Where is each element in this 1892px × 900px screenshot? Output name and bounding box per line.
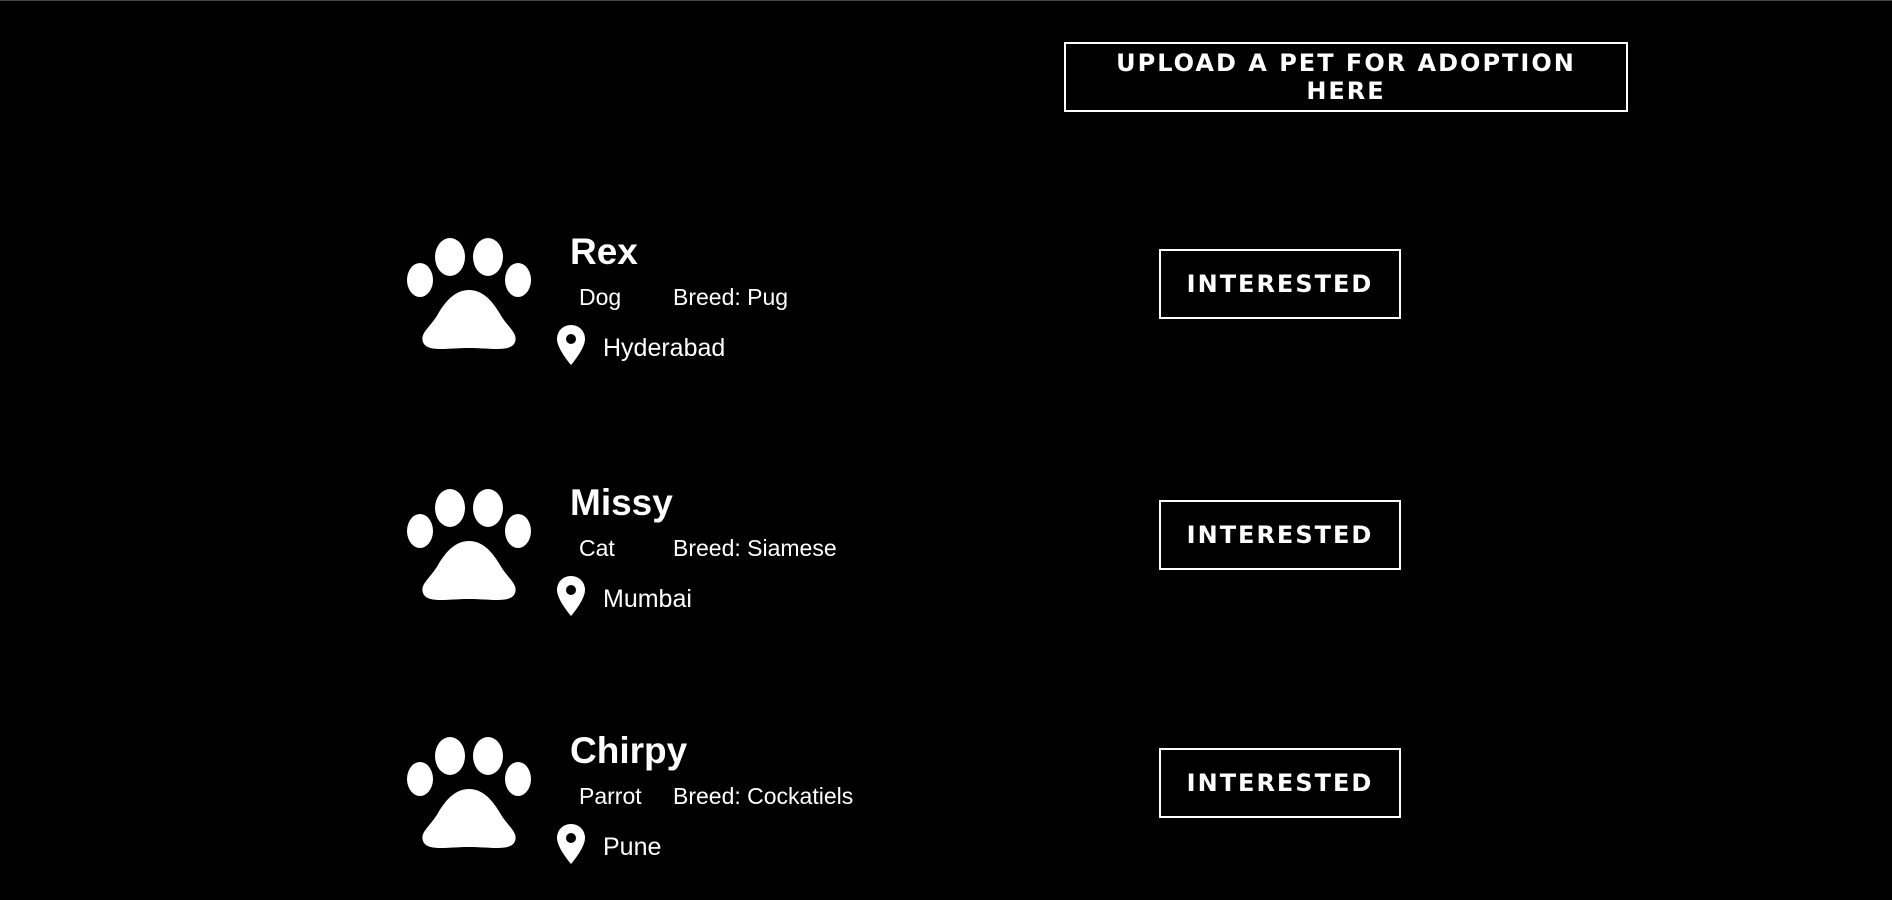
pet-location: Mumbai [603,585,692,613]
paw-icon [407,238,531,349]
pet-name: Rex [570,231,638,272]
pet-card: Missy Cat Breed: Siamese Mumbai INTEREST… [400,482,1401,659]
pet-name: Missy [570,482,673,523]
pet-card: Rex Dog Breed: Pug Hyderabad INTERESTED [400,231,1401,408]
paw-icon [407,737,531,848]
location-pin-icon [557,325,585,365]
interested-button[interactable]: INTERESTED [1159,500,1401,570]
pet-name: Chirpy [570,730,688,771]
location-pin-icon [557,824,585,864]
pet-breed: Breed: Siamese [673,535,837,561]
pet-breed: Breed: Cockatiels [673,783,854,809]
pet-type: Dog [579,284,622,310]
pet-breed: Breed: Pug [673,284,789,310]
pet-type: Cat [579,535,615,561]
upload-pet-button[interactable]: UPLOAD A PET FOR ADOPTION HERE [1064,42,1628,112]
pet-card: Chirpy Parrot Breed: Cockatiels Pune INT… [400,730,1401,900]
paw-icon [407,489,531,600]
location-pin-icon [557,576,585,616]
interested-button[interactable]: INTERESTED [1159,249,1401,319]
pet-type: Parrot [579,783,642,809]
pet-adoption-page: UPLOAD A PET FOR ADOPTION HERE Rex Dog B… [0,0,1892,900]
interested-button[interactable]: INTERESTED [1159,748,1401,818]
pet-location: Pune [603,833,662,861]
pet-location: Hyderabad [603,334,726,362]
